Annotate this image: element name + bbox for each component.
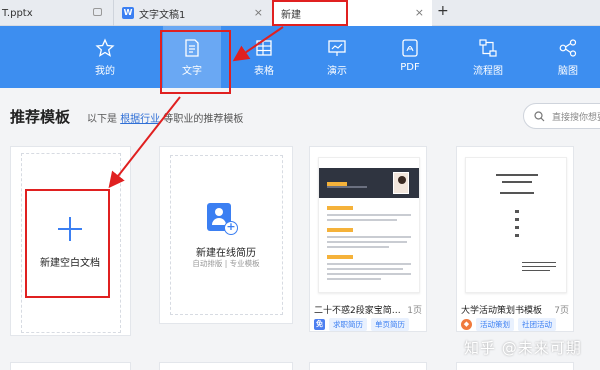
arrow-text-to-blank	[108, 96, 181, 189]
arrow-tab-to-text	[232, 26, 284, 62]
watermark: 知乎 @未来可期	[464, 339, 582, 357]
annotation-arrows	[108, 26, 284, 189]
